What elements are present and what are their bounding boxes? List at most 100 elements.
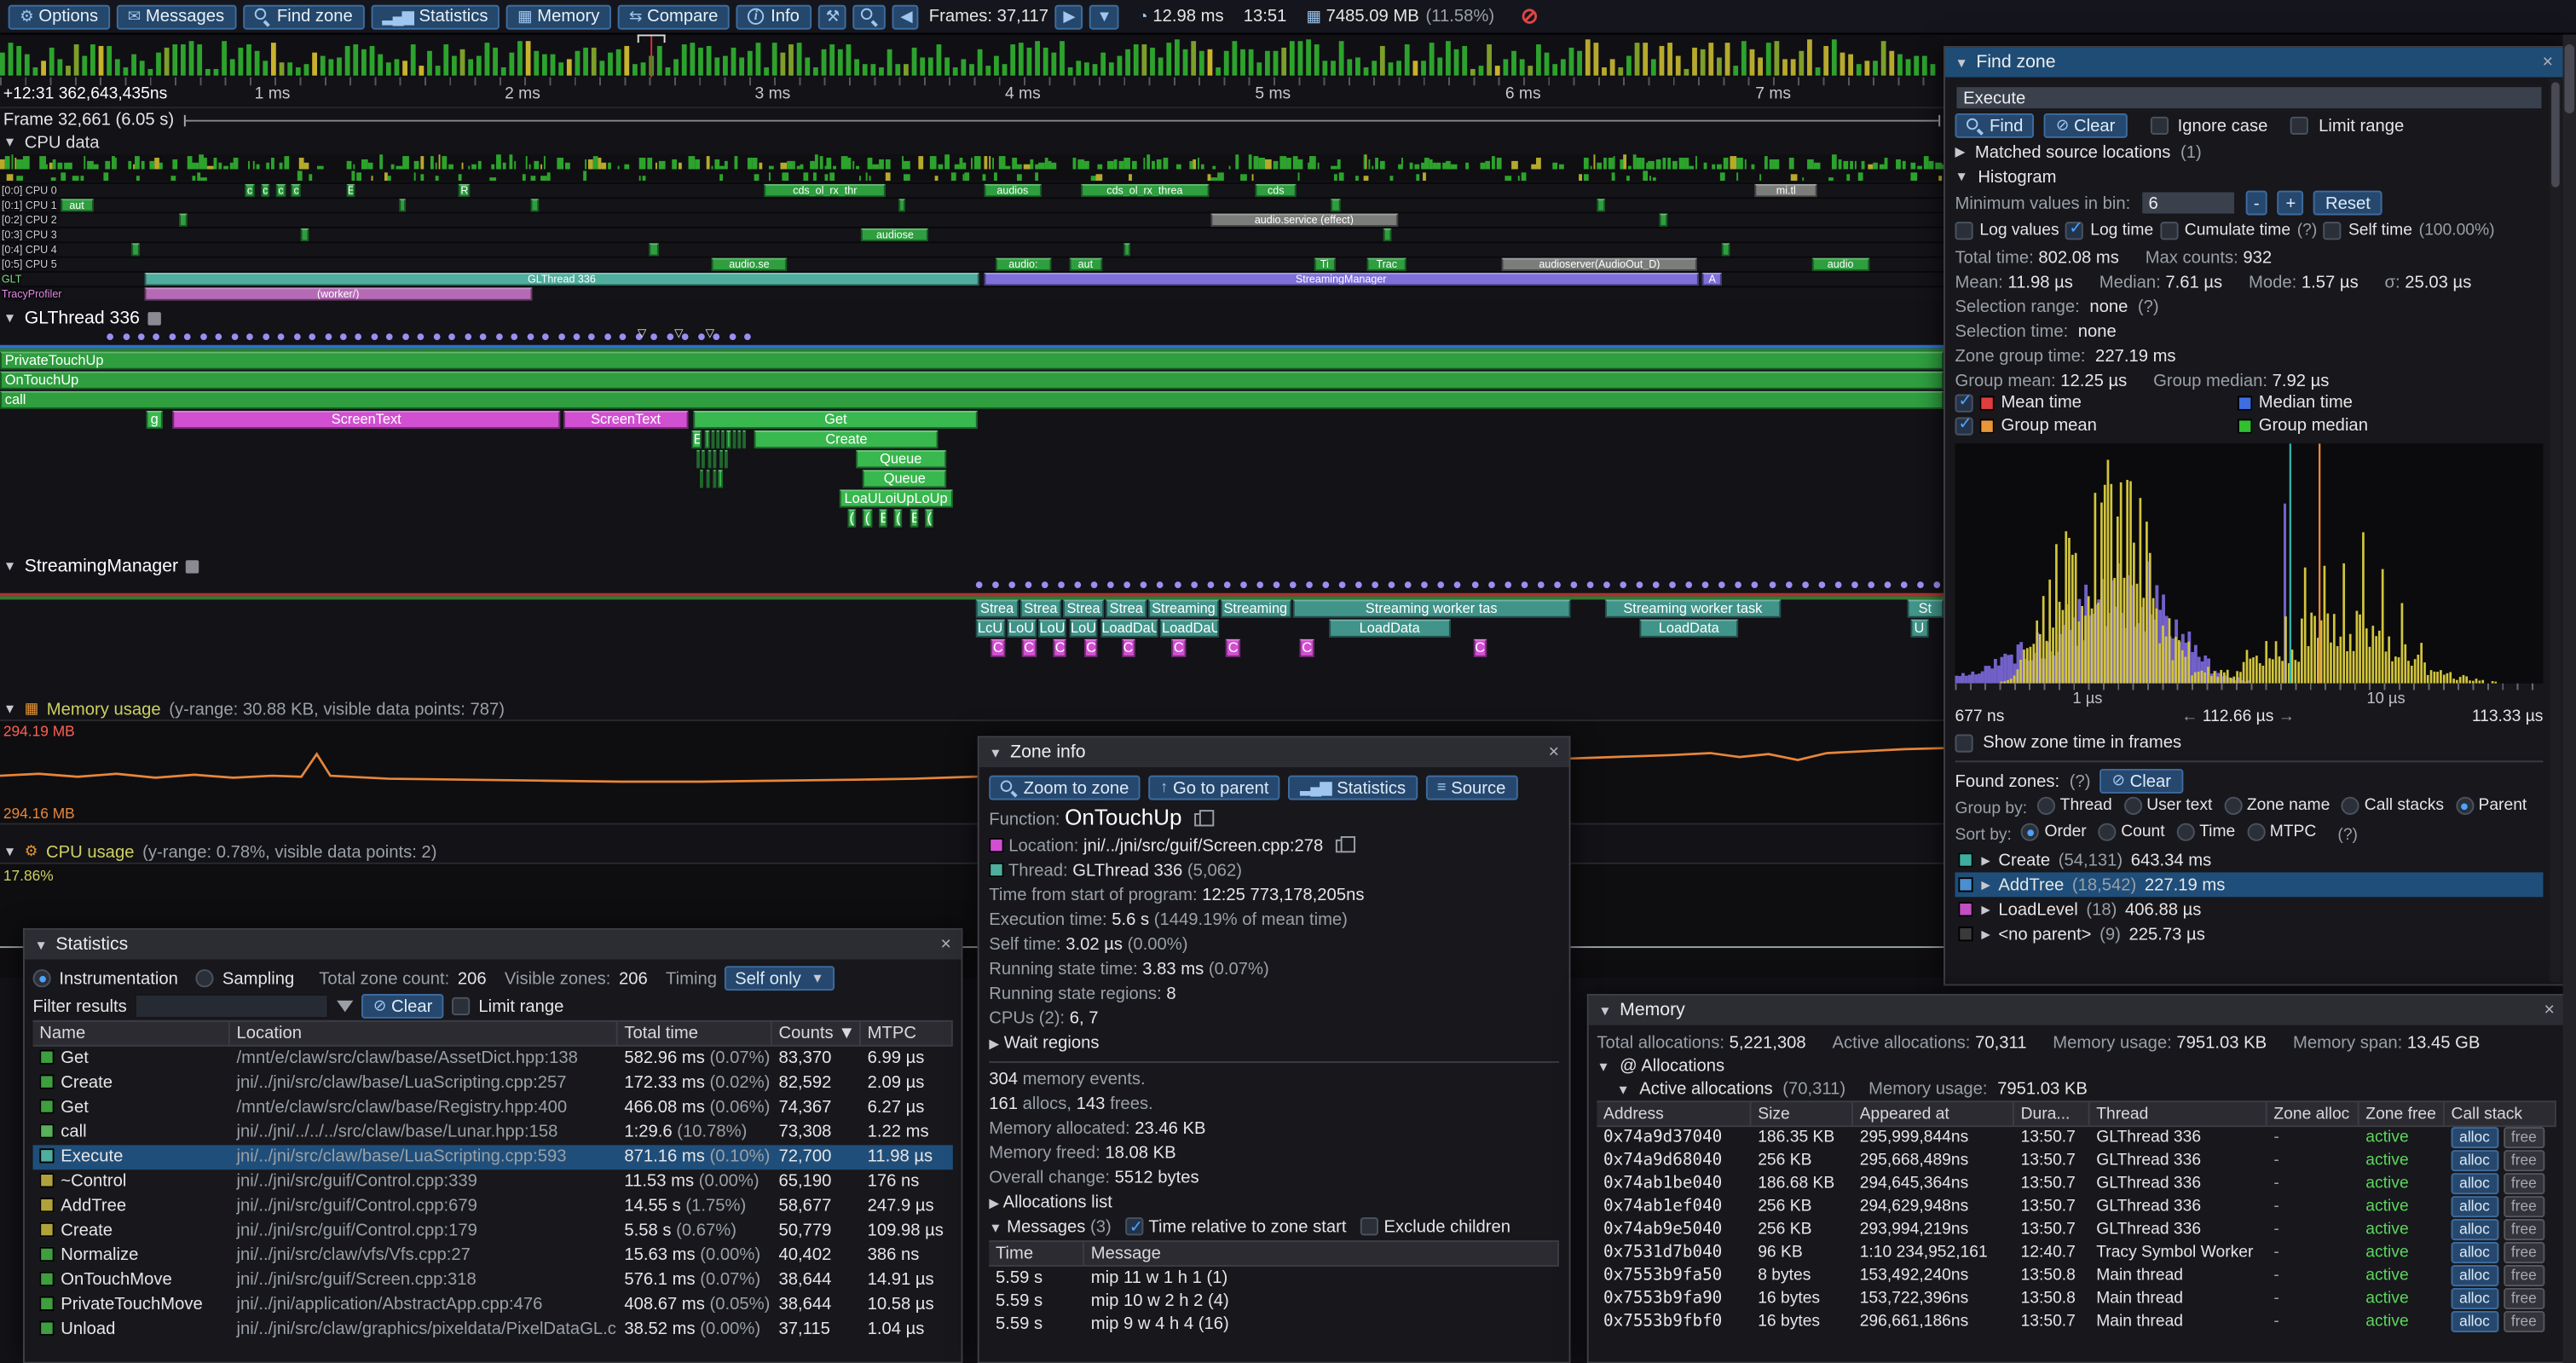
sort-by-order[interactable]: Order bbox=[2021, 823, 2086, 841]
timeline-zone[interactable]: LoU bbox=[1038, 620, 1067, 638]
frame-bar[interactable] bbox=[1232, 42, 1237, 76]
cpu-usage-header[interactable]: ▼ ⚙ CPU usage (y-range: 0.78%, visible d… bbox=[0, 841, 1944, 863]
frame-bar[interactable] bbox=[1134, 44, 1139, 75]
frame-bar[interactable] bbox=[493, 48, 498, 75]
timeline-zone[interactable] bbox=[1383, 228, 1391, 241]
frame-bar[interactable] bbox=[805, 57, 810, 75]
frame-dropdown-button[interactable]: ▼ bbox=[1089, 4, 1118, 29]
timeline-zone[interactable] bbox=[719, 450, 723, 468]
timeline-zone[interactable]: audio: bbox=[995, 258, 1051, 271]
sample-dot[interactable] bbox=[371, 333, 378, 340]
sample-dot[interactable] bbox=[138, 333, 145, 340]
frame-bar[interactable] bbox=[436, 66, 441, 76]
timeline-zone[interactable] bbox=[737, 430, 741, 448]
frame-bar[interactable] bbox=[230, 60, 235, 76]
sample-dot[interactable] bbox=[1075, 581, 1082, 588]
frame-bar[interactable] bbox=[854, 60, 859, 75]
frame-bar[interactable] bbox=[723, 56, 728, 75]
frame-bar[interactable] bbox=[1430, 43, 1435, 76]
sample-dot[interactable] bbox=[1570, 581, 1577, 588]
timeline-zone[interactable] bbox=[1331, 199, 1341, 211]
frame-bar[interactable] bbox=[1758, 58, 1763, 75]
sample-dot[interactable] bbox=[418, 333, 425, 340]
frame-bar[interactable] bbox=[477, 55, 482, 76]
timeline-zone[interactable]: cds bbox=[1256, 184, 1297, 197]
sample-dot[interactable] bbox=[1554, 581, 1561, 588]
frame-bar[interactable] bbox=[271, 43, 276, 76]
frame-bar[interactable] bbox=[1864, 61, 1869, 76]
sample-dot[interactable] bbox=[1025, 581, 1032, 588]
zone-statistics-button[interactable]: ▂▄▆Statistics bbox=[1289, 776, 1418, 800]
frame-bar[interactable] bbox=[1412, 61, 1418, 75]
frame-bar[interactable] bbox=[238, 48, 243, 76]
alloc-callstack-button[interactable]: alloc bbox=[2452, 1288, 2498, 1309]
frame-bar[interactable] bbox=[1380, 46, 1385, 75]
group-by-thread[interactable]: Thread bbox=[2037, 797, 2112, 815]
sample-dot[interactable] bbox=[1934, 581, 1941, 588]
frame-bar[interactable] bbox=[1823, 45, 1828, 75]
frame-bar[interactable] bbox=[632, 64, 638, 76]
sample-dot[interactable] bbox=[1372, 581, 1379, 588]
sample-dot[interactable] bbox=[216, 333, 222, 340]
tools-button[interactable]: ⚒ bbox=[817, 4, 846, 29]
sample-dot[interactable] bbox=[1455, 581, 1462, 588]
frame-bar[interactable] bbox=[666, 67, 671, 76]
timeline-zone[interactable]: c bbox=[261, 184, 270, 197]
frame-bar[interactable] bbox=[99, 46, 104, 75]
statistics-row[interactable]: calljni/../jni/../../../src/claw/base/Lu… bbox=[33, 1120, 953, 1145]
frame-bar[interactable] bbox=[641, 62, 646, 76]
frame-bar[interactable] bbox=[1010, 43, 1015, 75]
go-to-parent-button[interactable]: ↑Go to parent bbox=[1149, 776, 1280, 800]
timeline-zone[interactable] bbox=[1123, 243, 1131, 256]
sample-dot[interactable] bbox=[1802, 581, 1809, 588]
frame-bar[interactable] bbox=[707, 46, 712, 76]
sample-dot[interactable] bbox=[123, 333, 130, 340]
clear-button[interactable]: ⊘ Clear bbox=[2044, 113, 2126, 138]
sample-dot[interactable] bbox=[1603, 581, 1610, 588]
timeline-zone[interactable]: g bbox=[146, 411, 164, 429]
legend-item[interactable]: Mean time bbox=[1955, 393, 2237, 413]
timeline-zone[interactable]: audio bbox=[1811, 258, 1869, 271]
found-zone-group[interactable]: ▶AddTree(18,542)227.19 ms bbox=[1955, 872, 2543, 897]
column-header-zone-free[interactable]: Zone free bbox=[2359, 1102, 2445, 1125]
timeline-zone[interactable]: R bbox=[459, 184, 471, 197]
timeline-zone[interactable]: GLThread 336 bbox=[144, 273, 979, 286]
free-callstack-button[interactable]: free bbox=[2503, 1196, 2544, 1217]
frame-bar[interactable] bbox=[1355, 57, 1360, 76]
limit-range-checkbox[interactable] bbox=[452, 997, 470, 1015]
column-header-location[interactable]: Location bbox=[230, 1022, 618, 1045]
frame-bar[interactable] bbox=[66, 66, 71, 75]
frame-bar[interactable] bbox=[321, 56, 326, 75]
frame-bar[interactable] bbox=[1224, 50, 1229, 76]
frame-bar[interactable] bbox=[731, 48, 736, 76]
sample-dot[interactable] bbox=[557, 333, 564, 340]
found-zone-group[interactable]: ▶<no parent>(9)225.73 µs bbox=[1955, 921, 2543, 946]
found-zones-help[interactable]: (?) bbox=[2070, 771, 2091, 791]
sample-dot[interactable] bbox=[355, 333, 362, 340]
alloc-callstack-button[interactable]: alloc bbox=[2452, 1127, 2498, 1148]
collapse-icon[interactable]: ▼ bbox=[989, 1221, 1002, 1235]
free-callstack-button[interactable]: free bbox=[2503, 1242, 2544, 1263]
frame-bar[interactable] bbox=[1183, 49, 1188, 76]
frame-bar[interactable] bbox=[131, 54, 136, 75]
frame-bar[interactable] bbox=[1733, 66, 1738, 76]
free-callstack-button[interactable]: free bbox=[2503, 1150, 2544, 1171]
frame-bar[interactable] bbox=[1150, 48, 1155, 76]
allocations-list-row[interactable]: ▶ Allocations list bbox=[989, 1191, 1559, 1216]
min-bin-decrease-button[interactable]: - bbox=[2245, 191, 2267, 216]
statistics-row[interactable]: Normalizejni/../jni/src/claw/vfs/Vfs.cpp… bbox=[33, 1244, 953, 1268]
frame-bar[interactable] bbox=[575, 50, 580, 76]
frame-bar[interactable] bbox=[33, 67, 38, 75]
column-header-counts[interactable]: Counts ▼ bbox=[772, 1022, 861, 1045]
frame-bar[interactable] bbox=[1503, 59, 1508, 75]
frame-bar[interactable] bbox=[197, 44, 202, 76]
frame-bar[interactable] bbox=[1372, 61, 1377, 76]
timeline-zone[interactable]: call bbox=[0, 391, 1944, 409]
frame-bar[interactable] bbox=[1109, 62, 1114, 76]
frame-bar[interactable] bbox=[353, 44, 358, 75]
frame-bar[interactable] bbox=[944, 57, 950, 76]
frame-bar[interactable] bbox=[509, 53, 514, 75]
frame-bar[interactable] bbox=[427, 52, 432, 76]
sample-dot[interactable] bbox=[247, 333, 254, 340]
frame-bar[interactable] bbox=[1873, 61, 1878, 76]
